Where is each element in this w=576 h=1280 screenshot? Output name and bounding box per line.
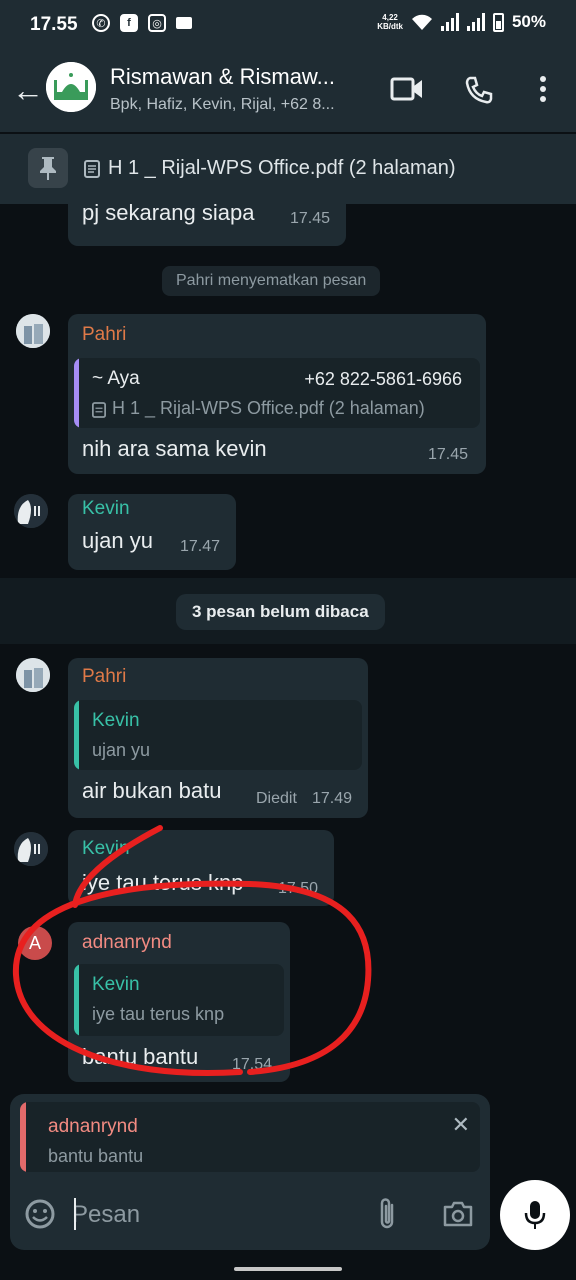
sender-name: adnanrynd (82, 932, 172, 953)
sender-name: Kevin (82, 498, 130, 519)
avatar[interactable] (16, 314, 50, 348)
quoted-sender: Kevin (92, 974, 140, 995)
more-vert-icon[interactable] (538, 75, 548, 103)
avatar-letter: A (28, 932, 41, 953)
message-bubble[interactable]: Kevin ujan yu 17.47 (68, 494, 236, 570)
message-text: air bukan batu (82, 778, 222, 803)
quoted-text: H 1 _ Rijal-WPS Office.pdf (2 halaman) (112, 398, 425, 418)
mosque-icon (46, 62, 96, 112)
camera-icon[interactable] (442, 1200, 474, 1228)
message-input[interactable] (72, 1196, 362, 1234)
message-text: pj sekarang siapa (82, 204, 255, 225)
whatsapp-icon: ✆ (92, 14, 110, 32)
chat-title[interactable]: Rismawan & Rismaw... (110, 64, 335, 90)
unread-count-label: 3 pesan belum dibaca (176, 594, 385, 630)
message-text: bantu bantu (82, 1044, 199, 1069)
pinned-message-bar[interactable]: H 1 _ Rijal-WPS Office.pdf (2 halaman) (0, 134, 576, 204)
message-time: 17.45 (290, 210, 331, 227)
avatar[interactable] (16, 658, 50, 692)
message-time: 17.49 (312, 790, 353, 807)
wifi-icon (411, 14, 432, 30)
quoted-sender: Kevin (92, 710, 140, 731)
chat-members[interactable]: Bpk, Hafiz, Kevin, Rijal, +62 8... (110, 96, 335, 114)
quoted-text: ujan yu (92, 740, 151, 760)
chat-area[interactable]: pj sekarang siapa 17.45 Pahri menyematka… (0, 204, 576, 1094)
facebook-icon: f (120, 14, 138, 32)
avatar[interactable] (14, 494, 48, 528)
text-cursor (74, 1198, 76, 1230)
close-icon[interactable]: ✕ (452, 1112, 470, 1138)
message-composer (10, 1180, 490, 1250)
mic-icon (524, 1201, 546, 1229)
message-time: 17.50 (278, 880, 319, 897)
status-time: 17.55 (30, 14, 78, 35)
edited-label: Diedit (256, 790, 297, 807)
group-avatar[interactable] (46, 62, 96, 112)
gesture-handle[interactable] (234, 1267, 342, 1271)
reply-preview: adnanrynd bantu bantu ✕ (10, 1094, 490, 1180)
video-call-icon[interactable] (390, 75, 424, 103)
message-bubble[interactable]: Pahri Kevin ujan yu air bukan batu Diedi… (68, 658, 368, 818)
battery-icon (492, 12, 504, 32)
message-bubble[interactable]: Pahri ~ Aya +62 822-5861-6966 H 1 _ Rija… (68, 314, 486, 474)
chat-header: ← Rismawan & Rismaw... Bpk, Hafiz, Kevin… (0, 50, 576, 132)
status-bar: 17.55 ✆ f ◎ 4,22 KB/dtk 50% (0, 0, 576, 50)
message-bubble[interactable]: pj sekarang siapa 17.45 (68, 204, 346, 246)
quoted-message[interactable]: Kevin ujan yu (74, 700, 362, 770)
avatar[interactable]: A (18, 926, 52, 960)
quoted-text: iye tau terus knp (92, 1004, 225, 1024)
system-notice: Pahri menyematkan pesan (162, 266, 381, 296)
back-arrow-icon[interactable]: ← (12, 74, 44, 106)
quoted-phone: +62 822-5861-6966 (304, 369, 462, 389)
message-bubble[interactable]: Kevin iye tau terus knp 17.50 (68, 830, 334, 906)
pin-icon[interactable] (28, 148, 68, 188)
attach-icon[interactable] (376, 1196, 398, 1232)
reply-quote[interactable]: adnanrynd bantu bantu ✕ (20, 1102, 480, 1172)
signal-icon (440, 13, 459, 31)
avatar[interactable] (14, 832, 48, 866)
message-bubble[interactable]: adnanrynd Kevin iye tau terus knp bantu … (68, 922, 290, 1082)
message-time: 17.45 (428, 446, 469, 463)
battery-percent: 50% (511, 12, 546, 31)
message-text: ujan yu (82, 528, 153, 553)
mic-button[interactable] (500, 1180, 570, 1250)
phone-icon[interactable] (464, 75, 494, 105)
sender-name: Kevin (82, 838, 130, 859)
reply-text: bantu bantu (48, 1146, 144, 1166)
document-icon (84, 160, 100, 178)
system-nav-bar (0, 1254, 576, 1280)
video-icon (176, 17, 192, 29)
sender-name: Pahri (82, 666, 127, 687)
signal-icon (466, 13, 485, 31)
net-speed: 4,22 KB/dtk (377, 13, 403, 31)
document-icon (92, 402, 106, 418)
pinned-message-text: H 1 _ Rijal-WPS Office.pdf (2 halaman) (108, 157, 456, 179)
quoted-message[interactable]: Kevin iye tau terus knp (74, 964, 284, 1036)
sender-name: Pahri (82, 324, 127, 345)
message-text: nih ara sama kevin (82, 436, 267, 461)
instagram-icon: ◎ (148, 14, 166, 32)
emoji-icon[interactable] (24, 1198, 56, 1230)
quoted-sender: ~ Aya (92, 368, 140, 389)
quoted-message[interactable]: ~ Aya +62 822-5861-6966 H 1 _ Rijal-WPS … (74, 358, 480, 428)
message-text: iye tau terus knp (82, 870, 244, 895)
message-time: 17.47 (180, 538, 221, 555)
reply-sender: adnanrynd (48, 1116, 138, 1137)
message-time: 17.54 (232, 1056, 273, 1073)
